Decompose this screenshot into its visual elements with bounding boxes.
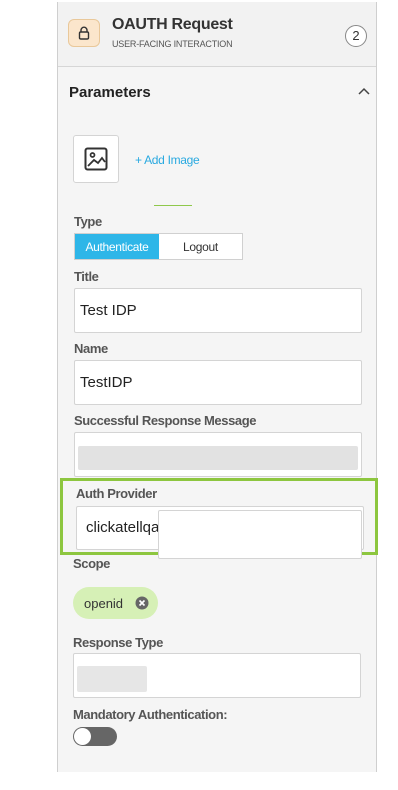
redacted-content (78, 446, 358, 470)
lock-icon (68, 19, 100, 47)
auth-provider-highlight: Auth Provider clickatellqat2020 (60, 478, 378, 555)
panel-subtitle: USER-FACING INTERACTION (112, 39, 233, 49)
image-icon[interactable] (73, 135, 119, 183)
type-toggle: Authenticate Logout (74, 233, 243, 260)
panel-title: OAUTH Request (112, 16, 233, 33)
oauth-request-panel: OAUTH Request USER-FACING INTERACTION 2 … (57, 2, 377, 772)
auth-provider-label: Auth Provider (76, 486, 157, 501)
chevron-down-icon[interactable] (342, 521, 356, 563)
success-message-label: Successful Response Message (74, 413, 257, 428)
name-input[interactable]: TestIDP (74, 360, 362, 405)
authenticate-toggle-button[interactable]: Authenticate (75, 234, 159, 259)
panel-header: OAUTH Request USER-FACING INTERACTION 2 (58, 2, 376, 67)
section-title-parameters: Parameters (69, 84, 151, 101)
type-label: Type (74, 214, 102, 229)
panel-body: Parameters + Add Image Type Authenticate… (58, 67, 376, 772)
auth-provider-select[interactable]: clickatellqat2020 (76, 506, 364, 550)
name-label: Name (74, 341, 108, 356)
success-message-input[interactable] (74, 432, 362, 477)
auth-provider-value: clickatellqat2020 (86, 519, 197, 536)
chevron-up-icon[interactable] (358, 84, 370, 102)
title-input[interactable]: Test IDP (74, 288, 362, 333)
count-badge: 2 (345, 25, 367, 47)
title-label: Title (74, 269, 99, 284)
logout-toggle-button[interactable]: Logout (159, 234, 242, 259)
divider (154, 205, 192, 206)
add-image-link[interactable]: + Add Image (135, 153, 200, 167)
